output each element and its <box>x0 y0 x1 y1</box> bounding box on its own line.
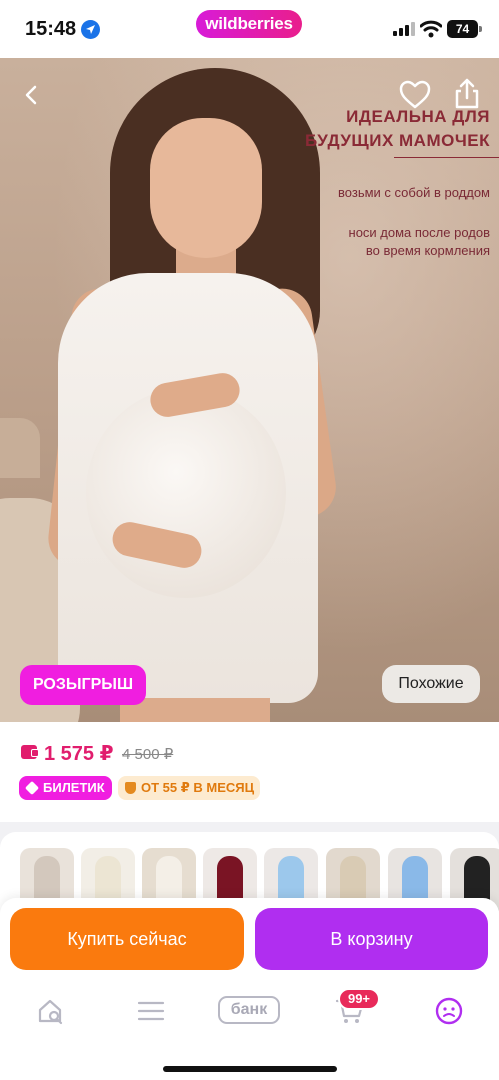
hero-note-home-line1: носи дома после родов <box>348 225 490 240</box>
installment-badge[interactable]: ОТ 55 ₽ В МЕСЯЦ <box>118 776 260 800</box>
status-bar: 15:48 wildberries 74 <box>0 0 499 58</box>
home-indicator <box>163 1066 337 1072</box>
purchase-actions: Купить сейчас В корзину <box>0 898 499 984</box>
shield-icon <box>125 782 136 794</box>
share-button[interactable] <box>450 76 484 112</box>
raffle-badge[interactable]: РОЗЫГРЫШ <box>20 665 146 705</box>
wifi-icon <box>420 20 442 38</box>
product-page: 15:48 wildberries 74 ИДЕАЛЬНА ДЛЯ БУДУЩИ… <box>0 0 499 1080</box>
favorite-button[interactable] <box>397 78 433 112</box>
cellular-signal-icon <box>393 22 415 36</box>
current-price: 1 575 ₽ <box>44 743 114 765</box>
heading-underline <box>394 157 499 158</box>
installment-label: ОТ 55 ₽ В МЕСЯЦ <box>141 780 255 795</box>
battery-indicator: 74 <box>447 20 478 38</box>
wallet-icon <box>21 745 39 759</box>
price-block: 1 575 ₽ 4 500 ₽ БИЛЕТИК ОТ 55 ₽ В МЕСЯЦ <box>0 722 499 822</box>
add-to-cart-button[interactable]: В корзину <box>255 908 488 970</box>
battery-tip <box>479 26 482 32</box>
hero-heading: ИДЕАЛЬНА ДЛЯ БУДУЩИХ МАМОЧЕК <box>270 105 490 153</box>
profile-icon <box>435 997 463 1025</box>
ticket-icon <box>24 780 40 796</box>
nav-home[interactable] <box>36 996 66 1026</box>
hero-note-home: носи дома после родов во время кормления <box>290 224 490 260</box>
ticket-badge[interactable]: БИЛЕТИК <box>19 776 112 800</box>
nav-profile[interactable] <box>434 996 464 1026</box>
nav-catalog[interactable] <box>137 996 165 1026</box>
product-image[interactable]: ИДЕАЛЬНА ДЛЯ БУДУЩИХ МАМОЧЕК возьми с со… <box>0 58 499 722</box>
share-icon <box>455 78 479 109</box>
heart-icon <box>399 80 431 109</box>
hero-note-maternity: возьми с собой в роддом <box>338 185 490 200</box>
cart-count-badge: 99+ <box>338 988 380 1010</box>
similar-button[interactable]: Похожие <box>382 665 480 703</box>
chevron-left-icon <box>25 85 37 105</box>
back-button[interactable] <box>15 78 49 112</box>
status-time: 15:48 <box>25 18 77 40</box>
image-plant <box>0 418 40 478</box>
home-search-icon <box>38 999 63 1025</box>
model-legs <box>120 698 270 722</box>
bottom-nav: банк 99+ <box>0 984 499 1080</box>
nav-bank[interactable]: банк <box>218 996 280 1024</box>
ticket-label: БИЛЕТИК <box>43 780 105 795</box>
menu-icon <box>137 1001 165 1021</box>
hero-heading-line2: БУДУЩИХ МАМОЧЕК <box>305 131 490 150</box>
location-arrow-icon <box>81 20 100 39</box>
hero-note-home-line2: во время кормления <box>365 243 490 258</box>
model-face <box>150 118 262 258</box>
buy-now-button[interactable]: Купить сейчас <box>10 908 244 970</box>
old-price: 4 500 ₽ <box>122 746 174 763</box>
variants-area <box>0 822 499 912</box>
app-logo: wildberries <box>196 10 302 38</box>
